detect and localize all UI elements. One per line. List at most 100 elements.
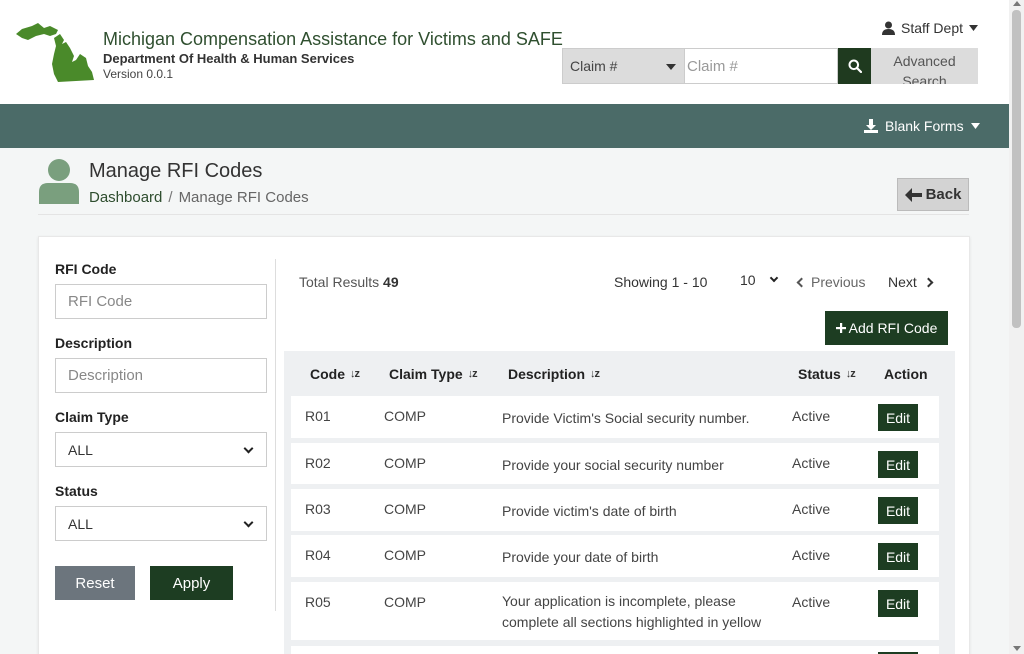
apply-button[interactable]: Apply — [150, 566, 233, 600]
column-action: Action — [884, 366, 928, 382]
page-title: Manage RFI Codes — [89, 160, 263, 182]
edit-button[interactable]: Edit — [878, 590, 918, 617]
cell-description: Provide victim's date of birth — [502, 503, 677, 519]
cell-code: R03 — [305, 501, 331, 517]
cell-description: Provide your date of birth — [502, 549, 659, 565]
heading-divider — [38, 214, 969, 215]
caret-down-icon — [666, 64, 676, 70]
edit-button[interactable]: Edit — [878, 404, 918, 431]
column-status-label: Status — [798, 366, 841, 382]
showing-range: Showing 1 - 10 — [614, 274, 708, 290]
filter-status: Status ALL — [55, 483, 267, 557]
add-rfi-code-label: Add RFI Code — [848, 320, 938, 336]
cell-description: Provide your social security number — [502, 457, 724, 473]
description-input[interactable] — [55, 358, 267, 393]
cell-claim-type: COMP — [384, 455, 426, 471]
filter-description: Description — [55, 335, 267, 409]
total-results-count: 49 — [383, 274, 399, 290]
rfi-code-input[interactable] — [55, 284, 267, 319]
cell-claim-type: COMP — [384, 501, 426, 517]
total-results-label: Total Results — [299, 274, 380, 290]
column-description[interactable]: Description ↓z — [508, 366, 600, 382]
app-header: Michigan Compensation Assistance for Vic… — [0, 0, 1009, 104]
app-version: Version 0.0.1 — [103, 67, 174, 81]
cell-code: R02 — [305, 455, 331, 471]
table-row: R05 COMP Your application is incomplete,… — [291, 582, 939, 640]
edit-button[interactable]: Edit — [878, 543, 918, 570]
cell-status: Active — [792, 455, 831, 471]
claim-type-label: Claim Type — [55, 409, 129, 425]
user-menu[interactable]: Staff Dept — [882, 20, 979, 36]
cell-claim-type: COMP — [384, 408, 426, 424]
department-name: Department Of Health & Human Services — [103, 51, 355, 66]
scroll-down-arrow-icon[interactable] — [1013, 646, 1021, 651]
page-scrollbar[interactable] — [1009, 0, 1024, 654]
cell-code: R05 — [305, 594, 331, 610]
claim-type-select[interactable]: ALL — [55, 432, 267, 467]
user-avatar-icon — [39, 159, 79, 204]
page-size-select[interactable]: 10 — [740, 272, 780, 288]
previous-label: Previous — [811, 274, 866, 290]
column-claim-type[interactable]: Claim Type ↓z — [389, 366, 478, 382]
breadcrumb-dashboard-link[interactable]: Dashboard — [89, 189, 162, 206]
sort-icon: ↓z — [590, 368, 600, 380]
cell-status: Active — [792, 594, 831, 610]
cell-code: R04 — [305, 547, 331, 563]
rfi-codes-card: RFI Code Description Claim Type ALL Stat… — [38, 236, 970, 654]
sort-icon: ↓z — [350, 368, 360, 380]
cell-status: Active — [792, 408, 831, 424]
search-type-select[interactable]: Claim # — [562, 48, 685, 84]
page-size-value: 10 — [740, 272, 756, 288]
filter-claim-type: Claim Type ALL — [55, 409, 267, 483]
reset-button[interactable]: Reset — [55, 566, 135, 600]
filter-divider — [275, 259, 276, 611]
cell-claim-type: COMP — [384, 547, 426, 563]
caret-down-icon — [970, 123, 980, 129]
previous-page-button[interactable]: Previous — [796, 274, 866, 290]
rfi-code-label: RFI Code — [55, 261, 117, 277]
chevron-down-icon — [243, 517, 254, 528]
cell-status: Active — [792, 501, 831, 517]
column-status[interactable]: Status ↓z — [798, 366, 856, 382]
arrow-left-icon — [904, 187, 922, 202]
edit-button[interactable]: Edit — [878, 451, 918, 478]
cell-claim-type: COMP — [384, 594, 426, 610]
claim-type-value: ALL — [68, 442, 93, 458]
scrollbar-thumb[interactable] — [1012, 10, 1021, 328]
search-type-value: Claim # — [570, 58, 618, 74]
filter-panel: RFI Code Description Claim Type ALL Stat… — [55, 261, 267, 557]
column-code-label: Code — [310, 366, 345, 382]
status-label: Status — [55, 483, 98, 499]
total-results: Total Results 49 — [299, 274, 399, 290]
column-code[interactable]: Code ↓z — [310, 366, 360, 382]
advanced-search-button[interactable]: Advanced Search — [871, 48, 978, 84]
main-navbar: Blank Forms — [0, 104, 1009, 148]
user-icon — [882, 21, 895, 35]
cell-description: Provide Victim's Social security number. — [502, 410, 750, 426]
caret-down-icon — [969, 25, 979, 31]
cell-code: R01 — [305, 408, 331, 424]
table-row — [291, 646, 939, 654]
sort-icon: ↓z — [845, 368, 856, 380]
download-icon — [864, 119, 878, 133]
chevron-down-icon — [769, 273, 779, 283]
status-select[interactable]: ALL — [55, 506, 267, 541]
back-label: Back — [925, 186, 962, 203]
scroll-up-arrow-icon[interactable] — [1013, 1, 1021, 6]
add-rfi-code-button[interactable]: Add RFI Code — [825, 311, 948, 345]
cell-description: Your application is incomplete, please c… — [502, 593, 762, 630]
table-row: R01 COMP Provide Victim's Social securit… — [291, 396, 939, 438]
rfi-codes-table: Code ↓z Claim Type ↓z Description ↓z Sta… — [284, 351, 955, 654]
edit-button[interactable]: Edit — [878, 497, 918, 524]
search-icon — [848, 59, 862, 73]
blank-forms-label: Blank Forms — [885, 118, 964, 134]
michigan-logo — [16, 23, 94, 82]
next-page-button[interactable]: Next — [888, 274, 934, 290]
search-button[interactable] — [838, 48, 871, 84]
breadcrumb-current: Manage RFI Codes — [178, 189, 309, 206]
blank-forms-menu[interactable]: Blank Forms — [864, 118, 980, 134]
claim-search-input[interactable] — [685, 48, 838, 84]
filter-rfi-code: RFI Code — [55, 261, 267, 335]
back-button[interactable]: Back — [897, 178, 969, 211]
next-label: Next — [888, 274, 917, 290]
